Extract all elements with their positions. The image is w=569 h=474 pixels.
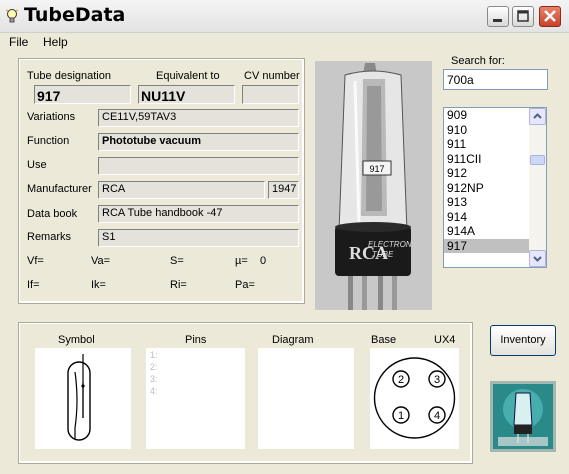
list-item[interactable]: 911CII — [444, 152, 529, 167]
function-field[interactable]: Phototube vacuum — [98, 133, 299, 151]
if-label: If= — [27, 279, 40, 291]
tube-photo: 917 RCA ELECTRON TUBE — [315, 61, 432, 310]
symbol-label: Symbol — [58, 334, 95, 346]
pin-3-label: 3: — [150, 374, 158, 384]
remarks-field[interactable]: S1 — [98, 229, 299, 247]
vf-label: Vf= — [27, 255, 44, 267]
pin-2-label: 2: — [150, 362, 158, 372]
pa-label: Pa= — [235, 279, 255, 291]
pin-1-label: 1: — [150, 350, 158, 360]
chevron-up-icon — [533, 113, 542, 119]
menu-bar: File Help — [0, 32, 569, 52]
mu-value: 0 — [260, 255, 267, 267]
cv-label: CV number — [244, 70, 300, 82]
ri-label: Ri= — [170, 279, 187, 291]
photo-label-tube: TUBE — [372, 250, 394, 259]
ik-label: Ik= — [91, 279, 106, 291]
base-pin-2: 2 — [398, 374, 404, 386]
menu-file[interactable]: File — [9, 35, 28, 49]
manufacturer-label: Manufacturer — [27, 183, 92, 195]
minimize-button[interactable] — [487, 6, 509, 27]
close-button[interactable] — [539, 6, 561, 27]
ux4-base-diagram: 2 3 1 4 — [373, 357, 456, 439]
diagram-box — [258, 348, 354, 449]
list-item[interactable]: 913 — [444, 195, 529, 210]
tubedata-window: TubeData File Help Tube designation Equi… — [0, 0, 569, 474]
remarks-label: Remarks — [27, 231, 72, 243]
base-label: Base — [371, 334, 397, 346]
photo-label-electron: ELECTRON — [368, 240, 412, 249]
base-pin-3: 3 — [434, 374, 440, 386]
base-pin-1: 1 — [398, 410, 404, 422]
lightbulb-icon — [6, 9, 18, 23]
title-bar: TubeData — [0, 0, 569, 33]
list-item[interactable]: 914A — [444, 224, 529, 239]
minimize-icon — [493, 19, 502, 22]
equivalent-field[interactable]: NU11V — [138, 85, 235, 104]
pins-label: Pins — [185, 334, 207, 346]
symbol-box — [35, 348, 131, 449]
s-label: S= — [170, 255, 184, 267]
designation-label: Tube designation — [27, 70, 111, 82]
scroll-down-button[interactable] — [529, 250, 546, 267]
pin-4-label: 4: — [150, 386, 158, 396]
use-label: Use — [27, 159, 47, 171]
databook-label: Data book — [27, 208, 78, 220]
base-type-label: UX4 — [434, 334, 456, 346]
diagram-label: Diagram — [272, 334, 314, 346]
list-scrollbar[interactable] — [529, 108, 546, 267]
pins-box: 1: 2: 3: 4: — [146, 348, 245, 449]
list-item[interactable]: 917 — [444, 238, 529, 253]
menu-help[interactable]: Help — [43, 35, 68, 49]
list-item[interactable]: 910 — [444, 123, 529, 138]
function-label: Function — [27, 135, 70, 147]
close-icon — [544, 10, 556, 22]
scroll-thumb[interactable] — [530, 155, 545, 165]
window-title: TubeData — [24, 4, 126, 26]
maximize-button[interactable] — [512, 6, 534, 27]
search-input[interactable]: 700a — [443, 69, 548, 90]
list-item[interactable]: 911 — [444, 137, 529, 152]
tube-list[interactable]: 909 910 911 911CII 912 912NP 913 914 914A 917 — [443, 107, 547, 268]
variations-field[interactable]: CE11V,59TAV3 — [98, 109, 299, 127]
manufacturer-field[interactable]: RCA — [98, 181, 265, 199]
cv-field[interactable] — [242, 85, 299, 104]
scroll-up-button[interactable] — [529, 108, 546, 125]
list-item[interactable]: 909 — [444, 108, 529, 123]
variations-label: Variations — [27, 111, 76, 123]
use-field[interactable] — [98, 157, 299, 175]
designation-field[interactable]: 917 — [34, 85, 131, 104]
list-item[interactable]: 914 — [444, 210, 529, 225]
databook-field[interactable]: RCA Tube handbook -47 — [98, 205, 299, 223]
list-item[interactable]: 912 — [444, 166, 529, 181]
year-field[interactable]: 1947 — [268, 181, 299, 199]
mu-label: µ= — [235, 255, 248, 267]
app-logo — [490, 381, 556, 452]
photo-label-917: 917 — [369, 164, 384, 174]
equivalent-label: Equivalent to — [156, 70, 220, 82]
base-box: 2 3 1 4 — [370, 348, 459, 449]
base-pin-4: 4 — [434, 410, 440, 422]
inventory-button[interactable]: Inventory — [490, 325, 556, 356]
maximize-icon — [517, 10, 529, 22]
phototube-symbol — [67, 354, 91, 441]
search-label: Search for: — [451, 55, 505, 67]
chevron-down-icon — [533, 256, 542, 262]
va-label: Va= — [91, 255, 111, 267]
list-item[interactable]: 912NP — [444, 181, 529, 196]
